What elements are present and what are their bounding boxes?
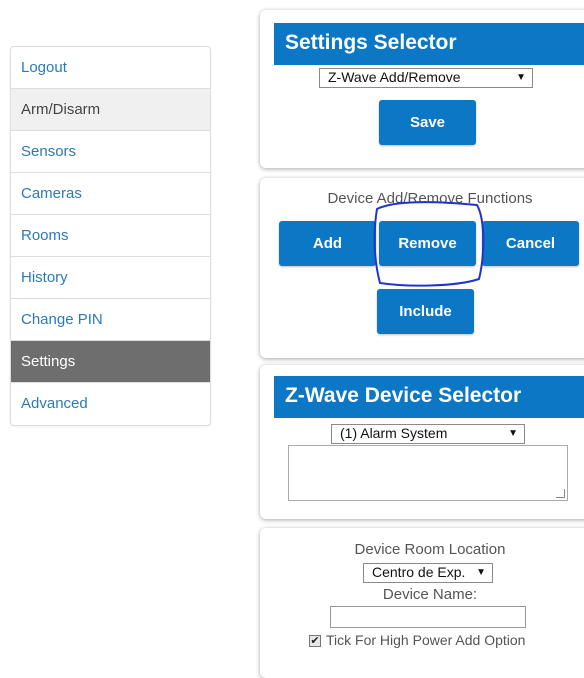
device-name-label: Device Name:: [382, 586, 478, 603]
dropdown-arrow-icon: ▼: [516, 72, 526, 83]
room-select-value: Centro de Exp.: [372, 564, 466, 580]
device-selector-title: Z-Wave Device Selector: [274, 376, 584, 418]
settings-select[interactable]: Z-Wave Add/Remove ▼: [319, 68, 533, 88]
sidebar-item-change-pin[interactable]: Change PIN: [11, 299, 210, 341]
settings-selector-title: Settings Selector: [274, 23, 584, 65]
include-button[interactable]: Include: [377, 289, 474, 334]
save-button[interactable]: Save: [379, 100, 476, 145]
resize-handle-icon: [556, 489, 565, 498]
device-selector-panel: Z-Wave Device Selector (1) Alarm System …: [260, 365, 584, 519]
sidebar-item-arm-disarm[interactable]: Arm/Disarm: [11, 89, 210, 131]
sidebar-item-cameras[interactable]: Cameras: [11, 173, 210, 215]
dropdown-arrow-icon: ▼: [476, 567, 486, 578]
annotation-scribble: [373, 201, 485, 287]
room-select[interactable]: Centro de Exp. ▼: [363, 563, 493, 583]
sidebar-nav: Logout Arm/Disarm Sensors Cameras Rooms …: [10, 46, 211, 426]
device-select[interactable]: (1) Alarm System ▼: [331, 424, 525, 444]
device-details-panel: Device Room Location Centro de Exp. ▼ De…: [260, 528, 584, 678]
high-power-checkbox[interactable]: ✔: [309, 635, 321, 647]
checkmark-icon: ✔: [310, 635, 320, 647]
sidebar-item-logout[interactable]: Logout: [11, 47, 210, 89]
dropdown-arrow-icon: ▼: [508, 428, 518, 439]
sidebar-item-advanced[interactable]: Advanced: [11, 383, 210, 425]
sidebar-item-sensors[interactable]: Sensors: [11, 131, 210, 173]
settings-select-value: Z-Wave Add/Remove: [328, 69, 461, 85]
device-select-value: (1) Alarm System: [340, 425, 448, 441]
high-power-label: Tick For High Power Add Option: [326, 632, 526, 648]
sidebar-item-settings[interactable]: Settings: [11, 341, 210, 383]
sidebar-item-rooms[interactable]: Rooms: [11, 215, 210, 257]
device-name-input[interactable]: [330, 606, 526, 628]
add-button[interactable]: Add: [279, 221, 376, 266]
device-info-textarea[interactable]: [288, 445, 568, 501]
cancel-button[interactable]: Cancel: [482, 221, 579, 266]
room-location-label: Device Room Location: [354, 541, 506, 558]
sidebar-item-history[interactable]: History: [11, 257, 210, 299]
settings-selector-panel: Settings Selector Z-Wave Add/Remove ▼ Sa…: [260, 10, 584, 168]
